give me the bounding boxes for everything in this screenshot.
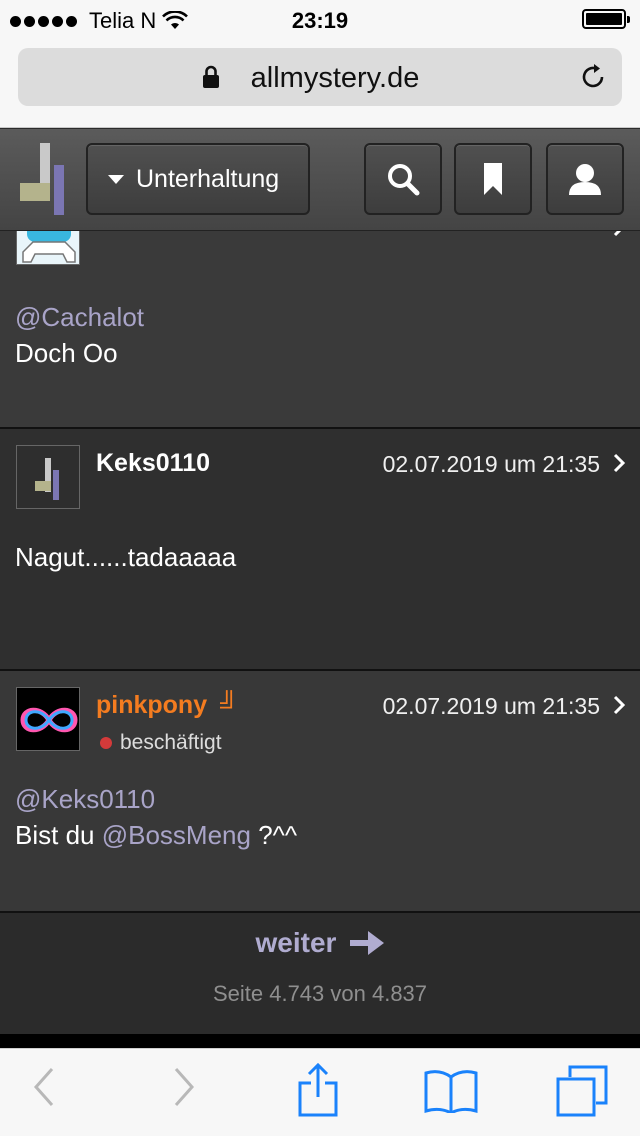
user-icon	[569, 164, 601, 195]
post-mention-link[interactable]: @Cachalot	[15, 299, 144, 335]
avatar-image	[20, 707, 78, 733]
category-dropdown[interactable]: Unterhaltung	[86, 143, 310, 215]
post-mention-link[interactable]: @Keks0110	[15, 781, 297, 817]
bookmarks-icon[interactable]	[424, 1069, 478, 1113]
post-list: @Cachalot Doch Oo Keks0110 02.07.2019 um…	[0, 231, 640, 1037]
bookmark-button[interactable]	[454, 143, 532, 215]
post-text: Bist du @BossMeng ?^^	[15, 817, 297, 853]
site-header: Unterhaltung	[0, 129, 640, 231]
address-bar[interactable]: allmystery.de	[18, 48, 622, 106]
avatar-image	[17, 231, 79, 264]
chevron-right-icon[interactable]	[612, 453, 626, 473]
search-button[interactable]	[364, 143, 442, 215]
inline-mention-link[interactable]: @BossMeng	[102, 820, 251, 850]
avatar[interactable]	[16, 687, 80, 751]
post-text-suffix: ?^^	[258, 820, 298, 850]
share-icon[interactable]	[298, 1063, 338, 1117]
browser-address-area: allmystery.de	[0, 40, 640, 128]
status-bar: Telia N 23:19	[0, 0, 640, 40]
search-icon	[388, 164, 420, 196]
status-time: 23:19	[291, 8, 349, 33]
post-item: pinkpony ╝ 02.07.2019 um 21:35 beschäfti…	[0, 671, 640, 913]
post-text: Nagut......tadaaaaa	[15, 542, 237, 572]
post-author[interactable]: pinkpony ╝	[96, 691, 238, 720]
post-body: @Keks0110 Bist du @BossMeng ?^^	[15, 781, 297, 853]
user-button[interactable]	[546, 143, 624, 215]
status-label: beschäftigt	[120, 731, 222, 754]
avatar[interactable]	[16, 445, 80, 509]
post-date[interactable]: 02.07.2019 um 21:35	[383, 693, 600, 720]
user-status: beschäftigt	[100, 731, 222, 755]
post-text: Doch Oo	[15, 338, 118, 368]
post-item: @Cachalot Doch Oo	[0, 231, 640, 429]
status-dot-icon	[100, 737, 112, 749]
site-logo[interactable]	[18, 143, 70, 215]
avatar[interactable]	[16, 231, 80, 265]
chevron-right-icon[interactable]	[612, 695, 626, 715]
post-author[interactable]: Keks0110	[96, 449, 210, 478]
page-info: Seite 4.743 von 4.837	[212, 981, 428, 1006]
reload-icon[interactable]	[578, 62, 608, 92]
forward-icon[interactable]	[172, 1067, 196, 1107]
tabs-icon[interactable]	[556, 1065, 608, 1117]
content-bottom-bar	[0, 1034, 640, 1048]
bookmark-icon	[484, 163, 502, 195]
avatar-image	[35, 458, 59, 500]
post-body: @Cachalot Doch Oo	[15, 299, 144, 371]
arrow-right-icon	[350, 931, 385, 955]
post-text-prefix: Bist du	[15, 820, 95, 850]
caret-down-icon	[108, 174, 124, 184]
chevron-right-icon[interactable]	[612, 231, 626, 237]
next-page-link[interactable]: weiter	[0, 927, 640, 959]
url-text: allmystery.de	[250, 62, 420, 94]
back-icon[interactable]	[32, 1067, 56, 1107]
post-author-name: pinkpony	[96, 691, 208, 719]
post-date[interactable]: 02.07.2019 um 21:35	[383, 451, 600, 478]
battery-icon	[582, 9, 630, 29]
next-page-label: weiter	[255, 927, 337, 958]
author-badge-icon: ╝	[220, 691, 238, 719]
category-label: Unterhaltung	[136, 164, 280, 193]
pagination: weiter Seite 4.743 von 4.837	[0, 913, 640, 1031]
browser-toolbar	[0, 1048, 640, 1136]
post-item: Keks0110 02.07.2019 um 21:35 Nagut......…	[0, 429, 640, 671]
